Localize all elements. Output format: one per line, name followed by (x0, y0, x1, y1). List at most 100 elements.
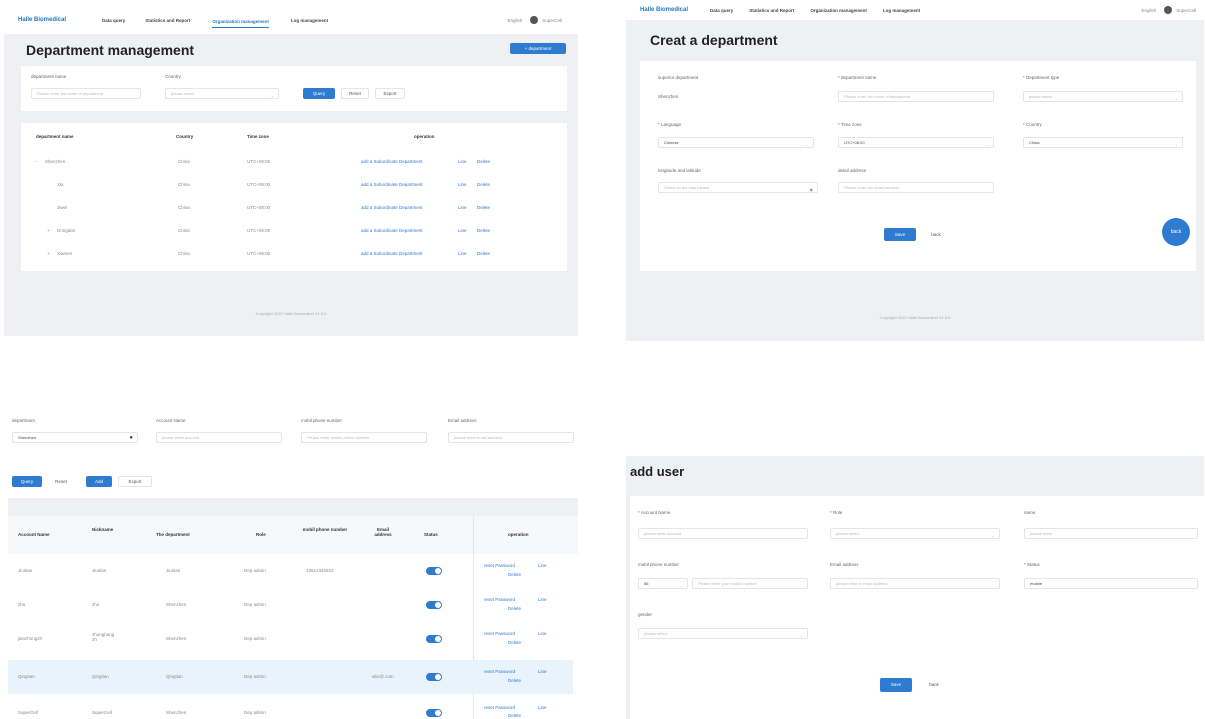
add-subordinate-link[interactable]: add a Subordinate Department (361, 159, 423, 164)
expand-toggle-icon[interactable]: + (47, 251, 50, 256)
delete-link[interactable]: Delete (477, 228, 490, 233)
language-switch[interactable]: English (1141, 8, 1156, 13)
name-input[interactable]: please enter (1024, 528, 1198, 539)
department-type-select[interactable]: please select ⌄ (1023, 91, 1183, 102)
edit-link[interactable]: Line (458, 159, 467, 164)
edit-link[interactable]: Line (538, 705, 547, 710)
language-switch[interactable]: English (507, 18, 522, 23)
add-user-button[interactable]: Add (86, 476, 112, 487)
edit-link[interactable]: Line (538, 631, 547, 636)
email-address-input[interactable]: please enter email address (448, 432, 574, 443)
language-select[interactable]: Chinese ⌄ (658, 137, 814, 148)
phone-number-input[interactable]: Please enter mobile phone number (301, 432, 427, 443)
reset-button[interactable]: Reset (48, 476, 74, 487)
map-pin-icon[interactable]: ◉ (810, 185, 814, 192)
query-button[interactable]: Query (303, 88, 335, 99)
edit-link[interactable]: Line (538, 669, 547, 674)
user-avatar[interactable] (530, 16, 539, 24)
nav-organization-management[interactable]: Organization management (212, 19, 269, 28)
delete-link[interactable]: Delete (477, 251, 490, 256)
role-placeholder: please select (836, 531, 860, 536)
nav-data-query[interactable]: Data query (102, 18, 125, 23)
department-select[interactable]: Shenzhen ● (12, 432, 138, 443)
expand-toggle-icon[interactable]: + (47, 228, 50, 233)
tree-select-icon: ● (129, 435, 133, 441)
add-subordinate-link[interactable]: add a Subordinate Department (361, 228, 423, 233)
email-address-input[interactable]: please enter a email address (830, 578, 1000, 589)
nav-statistics-report[interactable]: Statistics and Report (749, 8, 794, 13)
reset-password-link[interactable]: reset Password (484, 669, 515, 674)
table-row: Qingtian Qingtian Qingtian Dep admin abc… (8, 660, 573, 694)
add-subordinate-link[interactable]: add a Subordinate Department (361, 251, 423, 256)
save-button[interactable]: Save (880, 678, 912, 692)
user-name[interactable]: SuperCell (542, 18, 562, 23)
export-button[interactable]: Export (118, 476, 152, 487)
status-value: enable (1030, 581, 1043, 586)
top-navigation: Halle Biomedical Data query Statistics a… (626, 0, 1204, 20)
country-select[interactable]: China ⌄ (1023, 137, 1183, 148)
back-floating-button[interactable]: back (1162, 218, 1190, 246)
delete-link[interactable]: Delete (477, 205, 490, 210)
status-toggle[interactable] (426, 635, 442, 643)
reset-password-link[interactable]: reset Password (484, 563, 515, 568)
reset-password-link[interactable]: reset Password (484, 631, 515, 636)
query-button[interactable]: Query (12, 476, 42, 487)
reset-password-link[interactable]: reset Password (484, 705, 515, 710)
app-logo: Halle Biomedical (640, 7, 689, 13)
phone-number-input[interactable]: Please enter your mobile number (692, 578, 808, 589)
role-select[interactable]: please select ⌄ (830, 528, 1000, 539)
save-button[interactable]: Save (884, 228, 916, 241)
edit-link[interactable]: Line (538, 563, 547, 568)
chevron-down-icon: ⌄ (1174, 96, 1178, 101)
delete-link[interactable]: Delete (508, 713, 521, 718)
row-country: China (178, 228, 190, 233)
reset-password-link[interactable]: reset Password (484, 597, 515, 602)
status-toggle[interactable] (426, 709, 442, 717)
edit-link[interactable]: Line (458, 251, 467, 256)
nav-log-management[interactable]: Log management (883, 8, 920, 13)
nav-data-query[interactable]: Data query (710, 8, 733, 13)
delete-link[interactable]: Delete (508, 572, 521, 577)
longitude-latitude-input[interactable]: Select on the map please ◉ (658, 182, 818, 193)
detail-address-input[interactable]: Please enter the detail address (838, 182, 994, 193)
delete-link[interactable]: Delete (508, 640, 521, 645)
reset-button[interactable]: Reset (341, 88, 369, 99)
chevron-down-icon: ⌄ (805, 142, 809, 147)
export-button[interactable]: Export (375, 88, 405, 99)
table-header-operation: operation (508, 532, 529, 537)
edit-link[interactable]: Line (458, 205, 467, 210)
delete-link[interactable]: Delete (477, 159, 490, 164)
status-toggle[interactable] (426, 567, 442, 575)
expand-toggle-icon[interactable]: − (35, 159, 38, 164)
add-department-button[interactable]: + department (510, 43, 566, 54)
add-subordinate-link[interactable]: add a Subordinate Department (361, 205, 423, 210)
account-name-input[interactable]: please enter account (156, 432, 282, 443)
edit-link[interactable]: Line (458, 182, 467, 187)
country-select[interactable]: please select ⌄ (165, 88, 279, 99)
account-name-input[interactable]: please enter account (638, 528, 808, 539)
nav-organization-management[interactable]: Organization management (810, 8, 867, 13)
phone-number-label: mobil phone number (638, 562, 680, 567)
nav-statistics-report[interactable]: Statistics and Report (145, 18, 190, 23)
phone-country-code-select[interactable]: 86 ⌄ (638, 578, 688, 589)
add-subordinate-link[interactable]: add a Subordinate Department (361, 182, 423, 187)
user-name[interactable]: SuperCell (1176, 8, 1196, 13)
delete-link[interactable]: Delete (508, 678, 521, 683)
status-toggle[interactable] (426, 601, 442, 609)
delete-link[interactable]: Delete (477, 182, 490, 187)
edit-link[interactable]: Line (458, 228, 467, 233)
page-title: Creat a department (650, 32, 778, 48)
delete-link[interactable]: Delete (508, 606, 521, 611)
back-button[interactable]: back (924, 228, 948, 241)
gender-select[interactable]: please select ⌄ (638, 628, 808, 639)
user-avatar[interactable] (1164, 6, 1173, 14)
nav-log-management[interactable]: Log management (291, 18, 328, 23)
edit-link[interactable]: Line (538, 597, 547, 602)
row-role: Dep admin (244, 602, 266, 607)
department-name-input[interactable]: Please enter the name of department (31, 88, 141, 99)
back-button[interactable]: back (922, 678, 946, 692)
department-name-input[interactable]: Please enter the name of department (838, 91, 994, 102)
status-toggle[interactable] (426, 673, 442, 681)
status-select[interactable]: enable (1024, 578, 1198, 589)
time-zone-select[interactable]: UTC+08:00 ⌄ (838, 137, 994, 148)
